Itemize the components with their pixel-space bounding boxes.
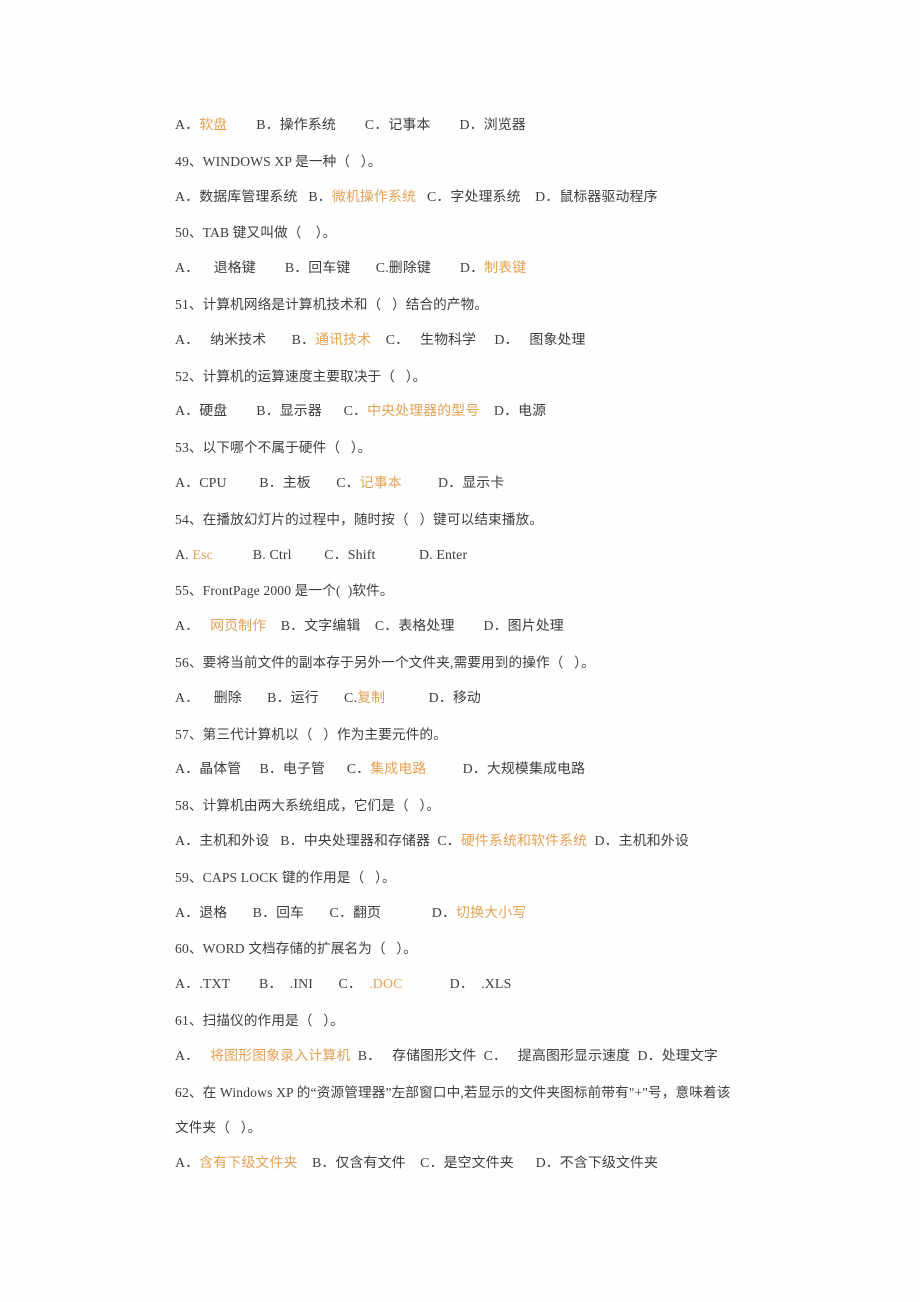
question-stem-line: 文件夹（ ）。 [175, 1110, 875, 1146]
text-run: 51、计算机网络是计算机技术和（ ）结合的产物。 [175, 296, 489, 312]
text-run: A．.TXT B． .INI C． [175, 977, 370, 993]
highlighted-answer-text: 网页制作 [210, 619, 267, 635]
text-run: C． 生物科学 D． 图象处理 [371, 332, 586, 348]
highlighted-answer-text: 软盘 [199, 118, 228, 133]
text-run: A． 删除 B．运行 C. [175, 690, 358, 706]
question-stem-line: 49、WINDOWS XP 是一种（ ）。 [175, 144, 875, 180]
question-stem-line: 60、WORD 文档存储的扩展名为（ ）。 [175, 931, 875, 967]
text-run: D．显示卡 [401, 475, 505, 491]
text-run: 54、在播放幻灯片的过程中，随时按（ ）键可以结束播放。 [175, 511, 544, 527]
answer-options-line: A. Esc B. Ctrl C．Shift D. Enter [175, 538, 875, 574]
text-run: A．晶体管 B．电子管 C． [175, 762, 371, 778]
text-run: B．仅含有文件 C．是空文件夹 D．不含下级文件夹 [297, 1156, 659, 1172]
highlighted-answer-text: 切换大小写 [456, 905, 527, 921]
text-run: A． 退格键 B．回车键 C.删除键 D． [175, 261, 485, 277]
text-run: D．主机和外设 [587, 833, 689, 849]
text-run: D．大规模集成电路 [426, 762, 586, 778]
answer-options-line: A．晶体管 B．电子管 C．集成电路 D．大规模集成电路 [175, 752, 875, 788]
answer-options-line: A．软盘 B．操作系统 C．记事本 D．浏览器 [175, 108, 875, 144]
document-text-body: A．软盘 B．操作系统 C．记事本 D．浏览器 49、WINDOWS XP 是一种… [175, 108, 875, 1182]
answer-options-line: A．CPU B．主板 C．记事本 D．显示卡 [175, 466, 875, 502]
text-run: A． 纳米技术 B． [175, 332, 316, 348]
question-stem-line: 51、计算机网络是计算机技术和（ ）结合的产物。 [175, 287, 875, 323]
text-run: A．硬盘 B．显示器 C． [175, 404, 368, 420]
document-page: A．软盘 B．操作系统 C．记事本 D．浏览器 49、WINDOWS XP 是一种… [0, 0, 920, 1302]
highlighted-answer-text: 中央处理器的型号 [367, 404, 480, 420]
answer-options-line: A．主机和外设 B．中央处理器和存储器 C．硬件系统和软件系统 D．主机和外设 [175, 824, 875, 860]
highlighted-answer-text: 微机操作系统 [331, 189, 417, 205]
question-stem-line: 50、TAB 键又叫做（ ）。 [175, 215, 875, 251]
text-run: A．退格 B．回车 C．翻页 D． [175, 905, 457, 921]
text-run: 61、扫描仪的作用是（ ）。 [175, 1012, 344, 1028]
answer-options-line: A．硬盘 B．显示器 C．中央处理器的型号 D．电源 [175, 394, 875, 430]
text-run: A. [175, 547, 193, 563]
answer-options-line: A．.TXT B． .INI C． .DOC D． .XLS [175, 967, 875, 1003]
highlighted-answer-text: 制表键 [484, 261, 527, 277]
question-stem-line: 53、以下哪个不属于硬件（ ）。 [175, 430, 875, 466]
text-run: 57、第三代计算机以（ ）作为主要元件的。 [175, 726, 447, 742]
question-stem-line: 56、要将当前文件的副本存于另外一个文件夹,需要用到的操作（ ）。 [175, 645, 875, 681]
text-run: B．文字编辑 C．表格处理 D．图片处理 [266, 619, 564, 635]
text-run: 50、TAB 键又叫做（ ）。 [175, 225, 337, 241]
text-run: D．移动 [385, 690, 481, 706]
option-key: A． [175, 118, 200, 133]
text-run: B. Ctrl C．Shift D. Enter [212, 547, 468, 563]
text-run: 59、CAPS LOCK 键的作用是（ ）。 [175, 869, 396, 885]
question-stem-line: 59、CAPS LOCK 键的作用是（ ）。 [175, 860, 875, 896]
highlighted-answer-text: 通讯技术 [315, 332, 372, 348]
answer-options-line: A． 退格键 B．回车键 C.删除键 D．制表键 [175, 251, 875, 287]
answer-options-line: A．含有下级文件夹 B．仅含有文件 C．是空文件夹 D．不含下级文件夹 [175, 1146, 875, 1182]
answer-options-line: A． 删除 B．运行 C.复制 D．移动 [175, 681, 875, 717]
question-stem-line: 61、扫描仪的作用是（ ）。 [175, 1003, 875, 1039]
text-run: A．CPU B．主板 C． [175, 475, 360, 491]
text-run: B．操作系统 C．记事本 D．浏览器 [227, 118, 526, 133]
text-run: C．字处理系统 D．鼠标器驱动程序 [416, 189, 658, 205]
text-run: 52、计算机的运算速度主要取决于（ ）。 [175, 368, 427, 384]
question-stem-line: 62、在 Windows XP 的“资源管理器”左部窗口中,若显示的文件夹图标前… [175, 1075, 875, 1111]
question-stem-line: 55、FrontPage 2000 是一个( )软件。 [175, 573, 875, 609]
answer-options-line: A．退格 B．回车 C．翻页 D．切换大小写 [175, 896, 875, 932]
text-run: 55、FrontPage 2000 是一个( )软件。 [175, 583, 394, 599]
question-stem-line: 52、计算机的运算速度主要取决于（ ）。 [175, 359, 875, 395]
text-run: 56、要将当前文件的副本存于另外一个文件夹,需要用到的操作（ ）。 [175, 654, 595, 670]
text-run: A．数据库管理系统 B． [175, 189, 332, 205]
text-run: D．电源 [479, 404, 547, 420]
text-run: 53、以下哪个不属于硬件（ ）。 [175, 440, 372, 456]
highlighted-answer-text: Esc [192, 547, 213, 563]
highlighted-answer-text: 硬件系统和软件系统 [460, 833, 588, 849]
answer-options-line: A．数据库管理系统 B．微机操作系统 C．字处理系统 D．鼠标器驱动程序 [175, 180, 875, 216]
highlighted-answer-text: 将图形图象录入计算机 [210, 1048, 351, 1064]
highlighted-answer-text: 记事本 [359, 475, 402, 491]
text-run: 文件夹（ ）。 [175, 1120, 262, 1136]
answer-options-line: A． 将图形图象录入计算机 B． 存储图形文件 C． 提高图形显示速度 D．处理… [175, 1039, 875, 1075]
text-run: A． [175, 1048, 211, 1064]
text-run: A． [175, 1156, 200, 1172]
highlighted-answer-text: 集成电路 [370, 762, 427, 778]
text-run: A．主机和外设 B．中央处理器和存储器 C． [175, 833, 461, 849]
question-stem-line: 54、在播放幻灯片的过程中，随时按（ ）键可以结束播放。 [175, 502, 875, 538]
highlighted-answer-text: 含有下级文件夹 [199, 1156, 298, 1172]
text-run: 49、WINDOWS XP 是一种（ ）。 [175, 153, 382, 169]
question-stem-line: 58、计算机由两大系统组成，它们是（ ）。 [175, 788, 875, 824]
text-run: 62、在 Windows XP 的“资源管理器”左部窗口中,若显示的文件夹图标前… [175, 1084, 731, 1100]
question-stem-line: 57、第三代计算机以（ ）作为主要元件的。 [175, 717, 875, 753]
text-run: A． [175, 619, 211, 635]
answer-options-line: A． 纳米技术 B．通讯技术 C． 生物科学 D． 图象处理 [175, 323, 875, 359]
text-run: D． .XLS [402, 977, 512, 993]
answer-options-line: A． 网页制作 B．文字编辑 C．表格处理 D．图片处理 [175, 609, 875, 645]
highlighted-answer-text: 复制 [357, 690, 386, 706]
highlighted-answer-text: .DOC [369, 977, 403, 993]
text-run: 58、计算机由两大系统组成，它们是（ ）。 [175, 798, 441, 814]
text-run: B． 存储图形文件 C． 提高图形显示速度 D．处理文字 [350, 1048, 718, 1064]
text-run: 60、WORD 文档存储的扩展名为（ ）。 [175, 941, 418, 957]
